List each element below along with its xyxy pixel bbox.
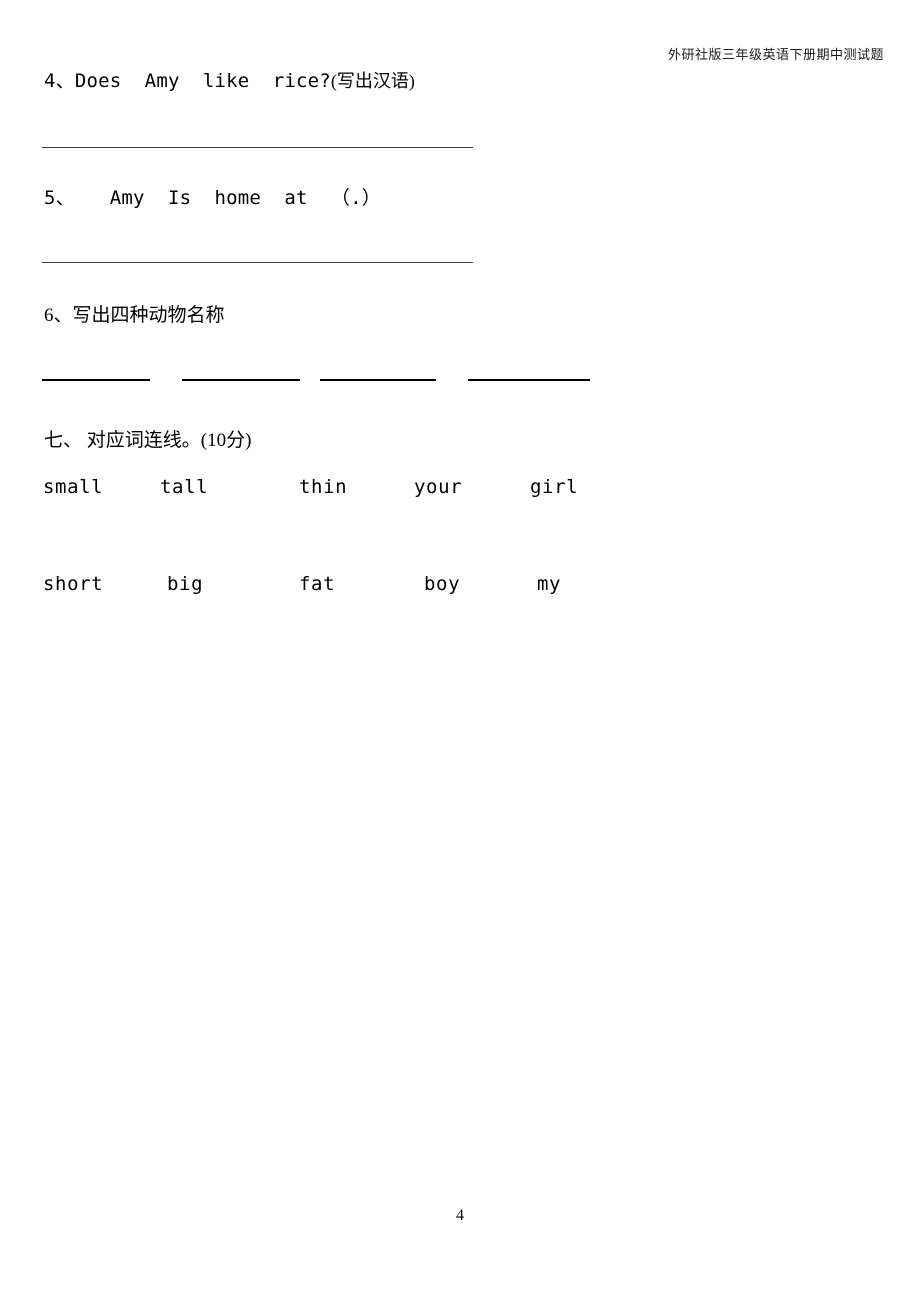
document-header-title: 外研社版三年级英语下册期中测试题 (667, 47, 884, 62)
match-word-short[interactable]: short (43, 573, 103, 595)
match-word-fat[interactable]: fat (299, 573, 335, 595)
section-seven-label: 七、 (44, 430, 83, 451)
question-4-chinese-note: (写出汉语) (330, 71, 415, 91)
question-6-blank-2[interactable] (182, 379, 300, 381)
match-word-your[interactable]: your (414, 476, 462, 498)
section-seven-title: 对应词连线。(10分) (82, 430, 252, 451)
question-4-number: 4、 (44, 70, 75, 92)
match-word-my[interactable]: my (537, 573, 561, 595)
question-6-blank-1[interactable] (42, 379, 150, 381)
question-5-english: Amy Is home at （.） (74, 187, 381, 209)
match-word-tall[interactable]: tall (160, 476, 208, 498)
question-6-blank-3[interactable] (320, 379, 436, 381)
match-word-small[interactable]: small (43, 476, 103, 498)
match-word-big[interactable]: big (167, 573, 203, 595)
match-word-boy[interactable]: boy (424, 573, 460, 595)
section-seven-heading: 七、 对应词连线。(10分) (44, 425, 251, 452)
question-5: 5、 Amy Is home at （.） (44, 183, 381, 210)
match-word-girl[interactable]: girl (530, 476, 578, 498)
question-4-english: Does Amy like rice? (74, 70, 331, 92)
question-6-chinese-note: 写出四种动物名称 (72, 305, 225, 326)
question-4-answer-line[interactable] (42, 147, 473, 148)
question-6-number: 6、 (44, 305, 73, 326)
question-4: 4、 Does Amy like rice? (写出汉语) (44, 66, 415, 93)
exam-page: 外研社版三年级英语下册期中测试题 4、 Does Amy like rice? … (0, 0, 920, 1302)
question-6: 6、 写出四种动物名称 (44, 300, 225, 327)
page-number: 4 (456, 1207, 464, 1224)
question-5-answer-line[interactable] (42, 262, 473, 263)
question-5-number: 5、 (44, 187, 75, 209)
match-word-thin[interactable]: thin (299, 476, 347, 498)
question-6-blank-4[interactable] (468, 379, 590, 381)
